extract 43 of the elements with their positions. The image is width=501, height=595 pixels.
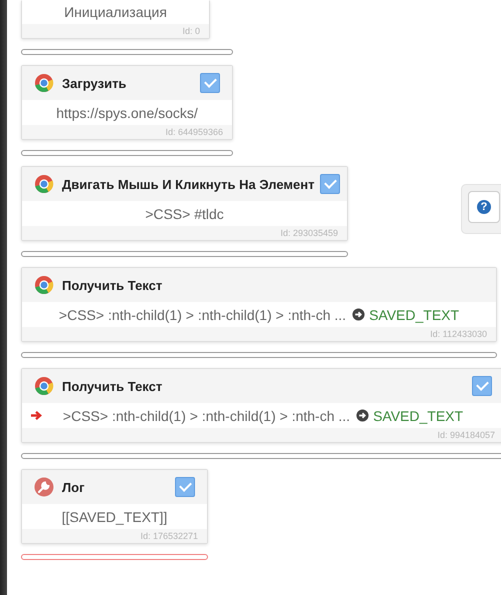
action-value: [[SAVED_TEXT]]	[62, 508, 168, 524]
output-variable: SAVED_TEXT	[373, 408, 464, 424]
block-id: Id: 112433030	[430, 329, 487, 339]
action-card[interactable]: Лог [[SAVED_TEXT]] Id: 176532271	[21, 469, 208, 544]
action-value: >CSS> :nth-child(1) > :nth-child(1) > :nth-ch ...	[58, 306, 346, 322]
drop-zone[interactable]	[21, 453, 501, 459]
block-id: Id: 994184057	[437, 430, 495, 440]
action-title: Загрузить	[62, 76, 128, 90]
block-id: Id: 176532271	[140, 531, 198, 541]
help-button[interactable]: ?	[468, 191, 500, 223]
action-card[interactable]: Двигать Мышь И Кликнуть На Элемент >CSS> #tldc Id: 293035459	[21, 166, 348, 241]
block-id: Id: 293035459	[280, 228, 338, 238]
action-card[interactable]: Получить Текст >CSS> :nth-child(1) > :nth-child(1) > :nth-ch ... SAVED_TEXT Id: 994184057	[21, 368, 501, 443]
action-title: Получить Текст	[62, 278, 164, 292]
drop-zone[interactable]	[21, 150, 233, 156]
block-id: Id: 644959366	[165, 127, 223, 137]
wrench-icon	[34, 477, 54, 497]
drop-zone[interactable]	[21, 49, 233, 55]
checkbox[interactable]	[472, 376, 492, 396]
action-card[interactable]: Загрузить https://spys.one/socks/ Id: 644959366	[21, 65, 233, 140]
action-value: >CSS> :nth-child(1) > :nth-child(1) > :nth-ch ...	[62, 408, 350, 424]
action-value: https://spys.one/socks/	[56, 104, 198, 120]
action-value: Инициализация	[64, 4, 167, 20]
drop-zone[interactable]	[21, 352, 497, 358]
action-card[interactable]: Получить Текст >CSS> :nth-child(1) > :nth-child(1) > :nth-ch ... SAVED_TEXT Id: 112433030	[21, 267, 497, 342]
checkbox[interactable]	[200, 73, 220, 93]
block-id: Id: 0	[182, 26, 200, 36]
action-title: Двигать Мышь И Кликнуть На Элемент	[62, 176, 314, 192]
action-value: >CSS> #tldc	[145, 206, 224, 222]
checkbox[interactable]	[175, 477, 195, 497]
action-card[interactable]: Инициализация Id: 0	[21, 0, 210, 39]
action-title: Лог	[62, 480, 86, 494]
drop-zone[interactable]	[21, 251, 348, 257]
browser-icon	[34, 174, 54, 194]
output-variable: SAVED_TEXT	[369, 306, 460, 322]
checkbox[interactable]	[320, 174, 340, 194]
browser-icon	[34, 376, 54, 396]
action-title: Получить Текст	[62, 378, 164, 394]
drop-zone[interactable]	[21, 554, 208, 560]
arrow-circle-icon	[356, 409, 370, 422]
browser-icon	[34, 73, 54, 93]
arrow-circle-icon	[352, 308, 366, 321]
browser-icon	[34, 275, 54, 295]
